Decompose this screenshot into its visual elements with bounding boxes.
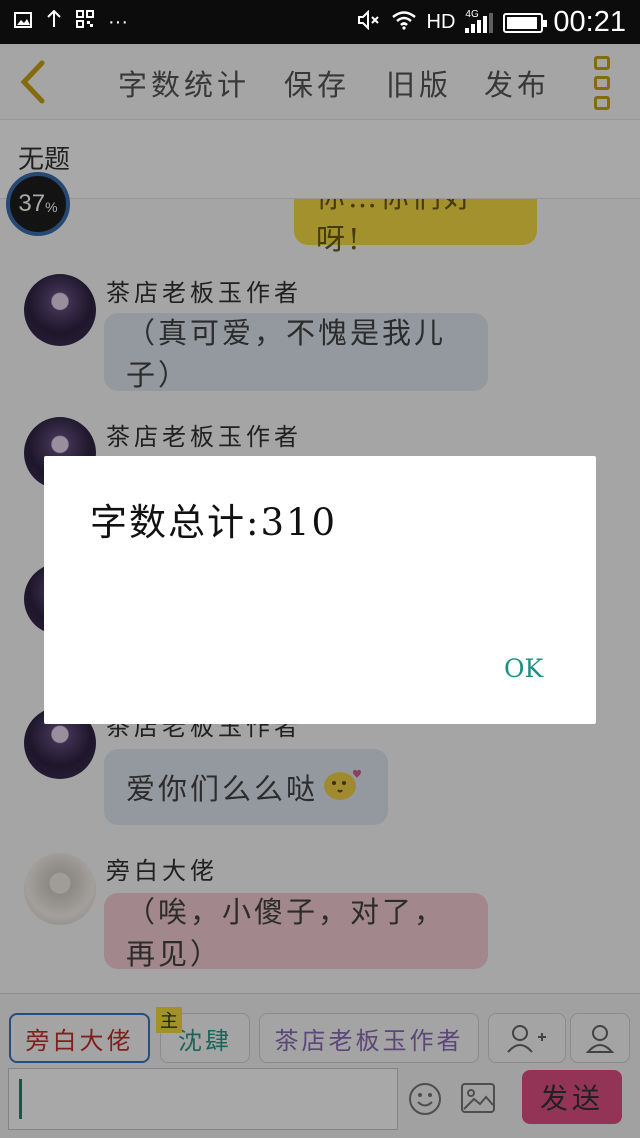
hd-label: HD xyxy=(426,11,456,33)
qr-code-icon xyxy=(76,10,94,34)
wifi-icon xyxy=(391,10,417,36)
mute-icon xyxy=(357,9,381,36)
word-count-dialog: 字数总计:310 OK xyxy=(44,456,596,724)
network-type: 4G xyxy=(465,8,479,20)
image-notification-icon xyxy=(14,11,32,34)
signal-icon: 4G xyxy=(465,9,494,33)
battery-icon xyxy=(503,12,548,33)
word-count-total: 字数总计:310 xyxy=(90,501,338,544)
clock: 00:21 xyxy=(553,6,626,38)
status-bar: ··· HD 4G 00:21 xyxy=(0,0,640,44)
upload-arrow-icon xyxy=(46,9,62,34)
more-notifications: ··· xyxy=(108,10,128,33)
ok-button[interactable]: OK xyxy=(504,654,543,683)
